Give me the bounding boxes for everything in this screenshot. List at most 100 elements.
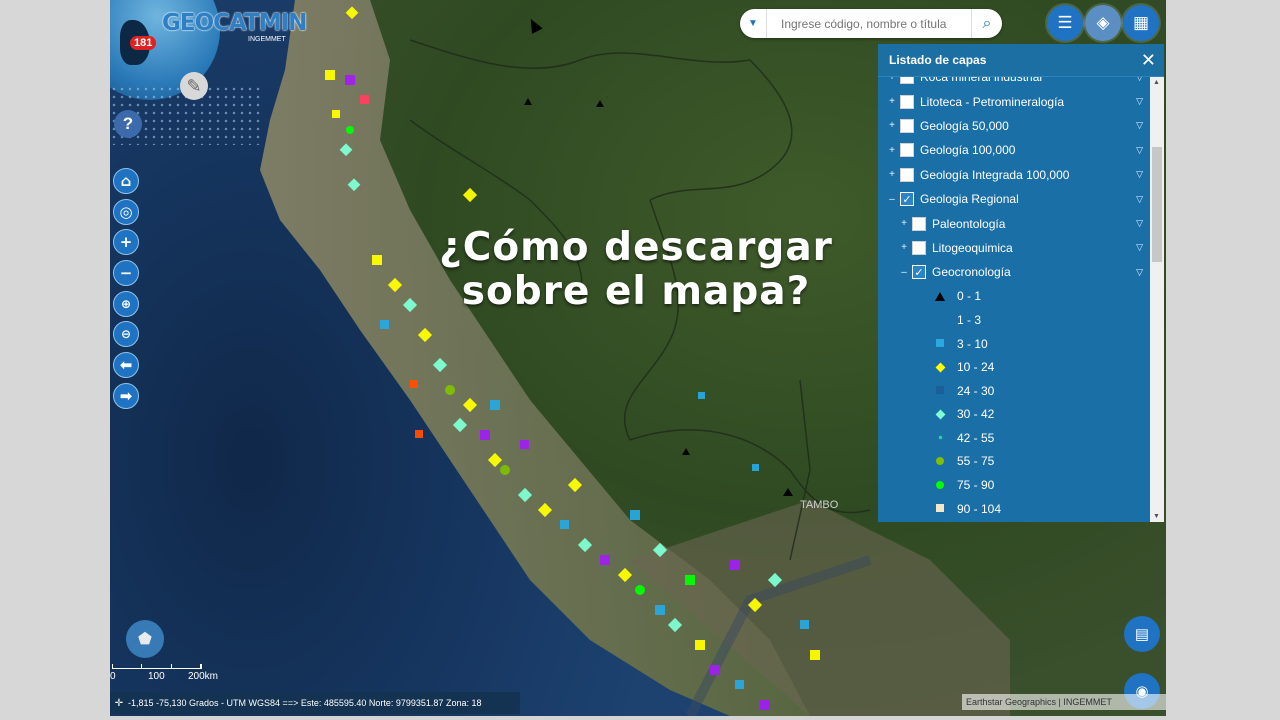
- layer-label: Geología 100,000: [920, 143, 1016, 158]
- legend-symbol-icon: [930, 456, 950, 466]
- layers-icon[interactable]: ◈: [1085, 5, 1121, 41]
- map-label-tambo: TAMBO: [800, 499, 839, 511]
- peru-map-icon[interactable]: ⬟: [126, 620, 164, 658]
- filter-icon[interactable]: ▽: [1136, 169, 1143, 180]
- zoom-out-button[interactable]: −: [113, 260, 139, 287]
- layer-row[interactable]: – ✓ Geocronología ▽: [878, 260, 1150, 284]
- map-app: TAMBO GEOCATMIN INGEMMET 181 ✎ ? ⌂ ◎ + −…: [110, 0, 1166, 716]
- search-type-dropdown[interactable]: ▼: [740, 9, 767, 38]
- coordinates-text: -1,815 -75,130 Grados - UTM WGS84 ==> Es…: [128, 698, 482, 708]
- legend-item: 75 - 90: [878, 473, 1150, 497]
- close-icon[interactable]: ✕: [1141, 50, 1156, 71]
- filter-icon[interactable]: ▽: [1136, 218, 1143, 229]
- expand-toggle[interactable]: +: [887, 96, 897, 107]
- magnify-plus-icon[interactable]: ⊕: [113, 290, 139, 317]
- layer-row[interactable]: – ✓ Geologia Regional ▽: [878, 187, 1150, 211]
- layer-row[interactable]: + Roca mineral industrial ▽: [878, 77, 1150, 89]
- list-icon[interactable]: ☰: [1047, 5, 1083, 41]
- layer-label: Paleontología: [932, 216, 1006, 231]
- expand-toggle[interactable]: +: [887, 145, 897, 156]
- legend-symbol-icon: [930, 339, 950, 348]
- crosshair-small-icon[interactable]: ✛: [110, 698, 128, 709]
- layer-label: Litogeoquimica: [932, 240, 1013, 255]
- legend-label: 10 - 24: [957, 360, 995, 375]
- scroll-thumb[interactable]: [1152, 147, 1162, 262]
- table-icon[interactable]: ▤: [1124, 616, 1160, 652]
- layer-label: Geología 50,000: [920, 118, 1009, 133]
- legend-item: 10 - 24: [878, 355, 1150, 379]
- layer-row[interactable]: + Geología 50,000 ▽: [878, 114, 1150, 138]
- legend-label: 0 - 1: [957, 289, 982, 304]
- layer-row[interactable]: + Geología Integrada 100,000 ▽: [878, 163, 1150, 187]
- logo-text: GEOCATMIN: [162, 10, 307, 36]
- expand-toggle[interactable]: –: [899, 267, 909, 278]
- letterbox-left: [0, 0, 110, 720]
- layer-label: Roca mineral industrial: [920, 77, 1043, 85]
- legend-symbol-icon: [930, 291, 950, 301]
- tools-icon[interactable]: ✎: [180, 72, 208, 100]
- search-input[interactable]: [779, 15, 971, 32]
- overlay-line-2: sobre el mapa?: [461, 269, 811, 314]
- layer-checkbox[interactable]: [900, 143, 914, 158]
- zoom-in-button[interactable]: +: [113, 229, 139, 256]
- layer-checkbox[interactable]: [900, 94, 914, 109]
- layer-checkbox[interactable]: [900, 118, 914, 133]
- magnify-minus-icon[interactable]: ⊖: [113, 321, 139, 348]
- expand-toggle[interactable]: +: [887, 77, 897, 83]
- notification-badge[interactable]: 181: [130, 36, 157, 50]
- layer-label: Geología Integrada 100,000: [920, 167, 1070, 182]
- scale-label-0: 0: [110, 671, 116, 682]
- attribution: Earthstar Geographics | INGEMMET: [962, 694, 1166, 710]
- coordinates-bar: ✛ -1,815 -75,130 Grados - UTM WGS84 ==> …: [110, 692, 520, 714]
- legend-label: 3 - 10: [957, 336, 988, 351]
- expand-toggle[interactable]: +: [887, 120, 897, 131]
- scroll-down-icon[interactable]: ▼: [1153, 513, 1160, 520]
- expand-toggle[interactable]: –: [887, 194, 897, 205]
- layer-row[interactable]: + Paleontología ▽: [878, 211, 1150, 235]
- logo[interactable]: GEOCATMIN INGEMMET 181 ✎ ?: [110, 0, 320, 150]
- legend-label: 90 - 104: [957, 501, 1002, 516]
- layer-checkbox[interactable]: [900, 77, 914, 85]
- legend-label: 1 - 3: [957, 312, 982, 327]
- layer-row[interactable]: + Geología 100,000 ▽: [878, 138, 1150, 162]
- expand-toggle[interactable]: +: [887, 169, 897, 180]
- home-icon[interactable]: ⌂: [113, 168, 139, 194]
- expand-toggle[interactable]: +: [899, 218, 909, 229]
- legend-item: 0 - 1: [878, 285, 1150, 309]
- filter-icon[interactable]: ▽: [1136, 77, 1143, 83]
- legend-item: 42 - 55: [878, 426, 1150, 450]
- layer-row[interactable]: + Litoteca - Petromineralogía ▽: [878, 89, 1150, 113]
- legend-symbol-icon: [930, 504, 950, 513]
- search-icon[interactable]: ⌕: [971, 9, 1002, 38]
- video-title-overlay: ¿Cómo descargar sobre el mapa?: [376, 226, 896, 314]
- layers-scrollbar[interactable]: ▲ ▼: [1150, 77, 1164, 522]
- scale-bar: 0 100 200km: [110, 664, 218, 683]
- layers-panel: Listado de capas ✕ + Roca mineral industr…: [878, 44, 1164, 522]
- legend-symbol-icon: [930, 409, 950, 420]
- layer-checkbox[interactable]: [912, 216, 926, 231]
- arrow-right-icon[interactable]: ➡: [113, 382, 139, 409]
- help-icon[interactable]: ?: [114, 110, 142, 138]
- scroll-up-icon[interactable]: ▲: [1153, 79, 1160, 86]
- filter-icon[interactable]: ▽: [1136, 242, 1143, 253]
- layer-checkbox[interactable]: ✓: [900, 192, 914, 207]
- legend-label: 24 - 30: [957, 383, 995, 398]
- filter-icon[interactable]: ▽: [1136, 194, 1143, 205]
- layer-checkbox[interactable]: [912, 240, 926, 255]
- grid-icon[interactable]: ▦: [1123, 5, 1159, 41]
- filter-icon[interactable]: ▽: [1136, 145, 1143, 156]
- layer-checkbox[interactable]: [900, 167, 914, 182]
- filter-icon[interactable]: ▽: [1136, 267, 1143, 278]
- expand-toggle[interactable]: +: [899, 242, 909, 253]
- filter-icon[interactable]: ▽: [1136, 120, 1143, 131]
- legend-symbol-icon: [930, 362, 950, 373]
- legend-item: 30 - 42: [878, 402, 1150, 426]
- layers-panel-title: Listado de capas: [878, 44, 1164, 77]
- legend-item: 3 - 10: [878, 332, 1150, 356]
- layer-checkbox[interactable]: ✓: [912, 265, 926, 280]
- filter-icon[interactable]: ▽: [1136, 96, 1143, 107]
- layer-row[interactable]: + Litogeoquimica ▽: [878, 236, 1150, 260]
- arrow-left-icon[interactable]: ⬅: [113, 352, 139, 379]
- crosshair-icon[interactable]: ◎: [113, 198, 139, 225]
- map-nav-toolbar: ⌂ ◎ + − ⊕ ⊖ ⬅ ➡: [113, 168, 141, 414]
